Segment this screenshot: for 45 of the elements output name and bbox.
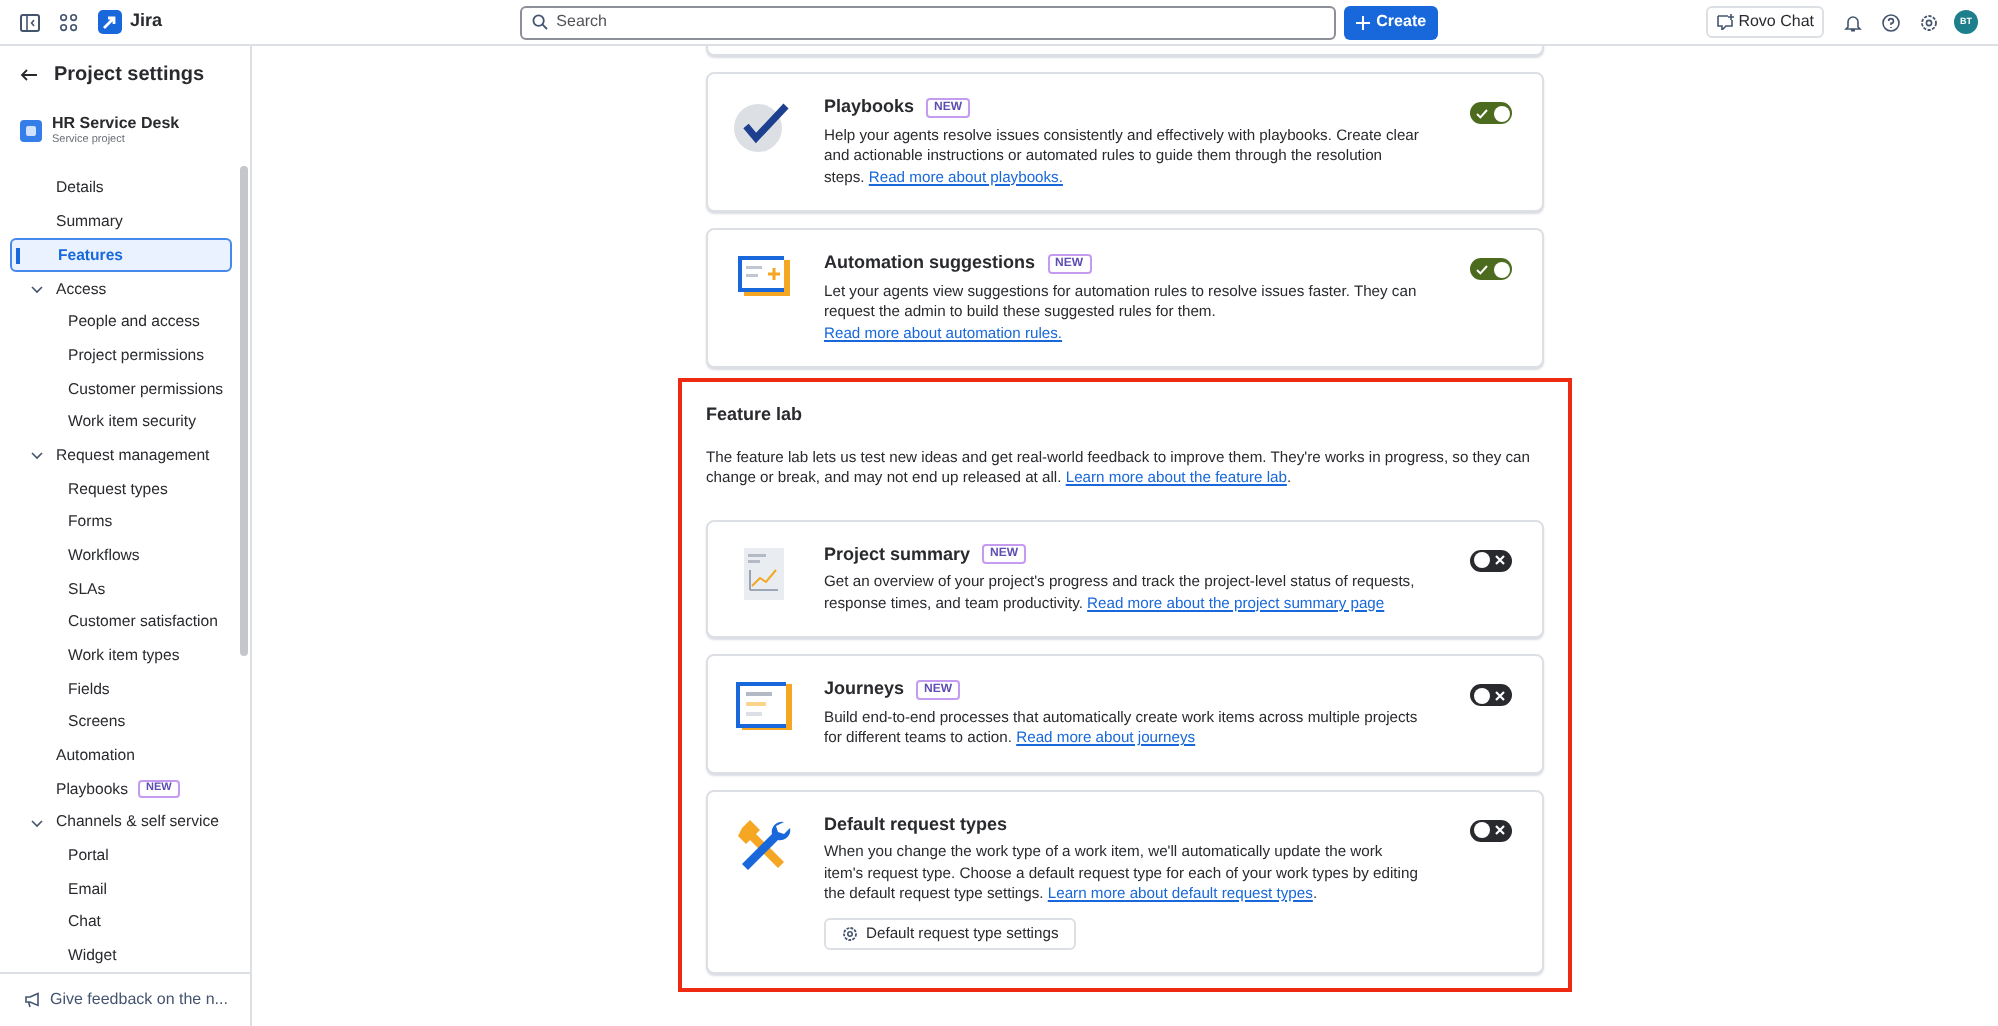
feature-title: Playbooks [824,94,915,120]
toggle-switch[interactable] [1470,102,1512,124]
app-grid-icon[interactable] [60,13,78,31]
feature-title: Default request types [824,811,1008,838]
check-icon [1476,263,1488,275]
section-title: Feature lab [706,402,805,428]
dashboard-card-icon [736,254,792,298]
chevron-down-icon[interactable] [30,281,44,296]
wrench-hammer-icon [734,815,794,875]
search-icon [532,14,549,30]
chat-icon [1716,14,1735,30]
jira-logo-icon[interactable] [98,10,122,34]
toggle-switch[interactable] [1470,819,1512,841]
feature-title: Journeys [824,676,905,702]
search-input[interactable]: Search [556,10,1325,34]
chevron-down-icon[interactable] [30,815,44,830]
toggle-switch[interactable] [1470,549,1512,571]
feature-title: Automation suggestions [824,250,1035,276]
feedback-link[interactable]: Give feedback on the n... [50,988,228,1012]
toggle-switch[interactable] [1470,684,1512,706]
scrollbar-thumb[interactable] [240,166,248,656]
help-icon[interactable] [1882,13,1900,31]
chevron-down-icon[interactable] [30,448,44,463]
gear-icon [842,925,858,941]
sidebar-toggle-icon[interactable] [20,13,40,31]
close-icon [1494,689,1506,701]
search-field[interactable]: Search [520,5,1337,39]
close-icon [1494,824,1506,836]
project-name: HR Service Desk [52,113,180,133]
report-chart-icon [742,545,786,601]
check-icon [1476,107,1488,119]
create-button[interactable]: Create [1344,5,1439,39]
notification-bell-icon[interactable] [1844,13,1862,31]
feature-title: Project summary [824,541,971,568]
close-icon [1494,554,1506,566]
megaphone-icon [24,992,42,1008]
toggle-switch[interactable] [1470,258,1512,280]
plus-icon [1356,15,1371,29]
product-name[interactable]: Jira [130,8,163,36]
project-avatar-icon [20,119,42,141]
back-arrow-icon[interactable] [20,67,38,81]
document-card-icon [734,680,794,732]
sidebar-title: Project settings [54,61,205,89]
settings-icon[interactable] [1920,13,1938,31]
chat-button[interactable]: Rovo Chat [1706,6,1824,38]
